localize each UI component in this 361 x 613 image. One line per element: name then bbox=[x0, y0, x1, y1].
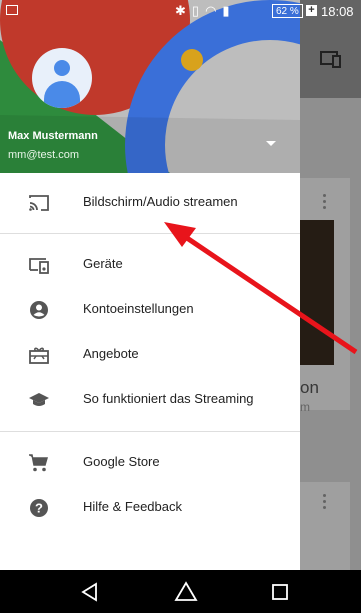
menu-item-label: Bildschirm/Audio streamen bbox=[83, 194, 238, 209]
bluetooth-icon: ✱ bbox=[175, 3, 192, 18]
user-name: Max Mustermann bbox=[8, 130, 98, 142]
menu-item-label: Geräte bbox=[83, 256, 123, 271]
devices-icon bbox=[29, 258, 49, 274]
cast-icon bbox=[29, 195, 49, 211]
divider bbox=[0, 431, 300, 432]
shopping-cart-icon bbox=[29, 454, 48, 472]
menu-item-google-store[interactable]: Google Store bbox=[0, 441, 300, 485]
menu-item-label: Google Store bbox=[83, 454, 160, 469]
avatar[interactable] bbox=[32, 48, 92, 108]
account-circle-icon bbox=[30, 301, 48, 319]
help-icon: ? bbox=[30, 499, 48, 517]
menu-item-label: Hilfe & Feedback bbox=[83, 499, 182, 514]
notification-image-icon bbox=[6, 5, 18, 15]
menu-item-account-settings[interactable]: Kontoeinstellungen bbox=[0, 288, 300, 332]
menu-item-label: So funktioniert das Streaming bbox=[83, 391, 254, 406]
charging-icon: + bbox=[306, 5, 317, 16]
wifi-icon: ◠ bbox=[205, 3, 223, 18]
signal-icon: ▮ bbox=[222, 3, 236, 18]
drawer-header: Max Mustermann mm@test.com bbox=[0, 0, 300, 173]
user-email: mm@test.com bbox=[8, 149, 80, 161]
recents-icon[interactable] bbox=[268, 580, 292, 604]
status-icons: ✱▯◠▮ bbox=[175, 3, 236, 19]
menu-item-help-feedback[interactable]: ? Hilfe & Feedback bbox=[0, 486, 300, 530]
battery-level: 62 % bbox=[272, 4, 303, 18]
menu-item-label: Kontoeinstellungen bbox=[83, 301, 194, 316]
menu-item-devices[interactable]: Geräte bbox=[0, 243, 300, 287]
offers-icon bbox=[29, 347, 49, 364]
divider bbox=[0, 233, 300, 234]
account-dropdown-icon[interactable] bbox=[266, 141, 276, 146]
back-icon[interactable] bbox=[78, 580, 102, 604]
menu-item-label: Angebote bbox=[83, 346, 139, 361]
clock: 18:08 bbox=[321, 4, 354, 19]
school-icon bbox=[29, 393, 49, 406]
menu-item-offers[interactable]: Angebote bbox=[0, 333, 300, 377]
home-icon[interactable] bbox=[174, 580, 198, 604]
menu-item-cast-screen[interactable]: Bildschirm/Audio streamen bbox=[0, 181, 300, 225]
svg-text:?: ? bbox=[35, 501, 43, 516]
navigation-drawer: Max Mustermann mm@test.com Bildschirm/Au… bbox=[0, 0, 300, 570]
navigation-bar bbox=[0, 570, 361, 613]
menu-item-how-streaming-works[interactable]: So funktioniert das Streaming bbox=[0, 378, 300, 422]
vibrate-icon: ▯ bbox=[191, 3, 206, 18]
status-bar: ✱▯◠▮ 62 % + 18:08 bbox=[0, 0, 361, 22]
